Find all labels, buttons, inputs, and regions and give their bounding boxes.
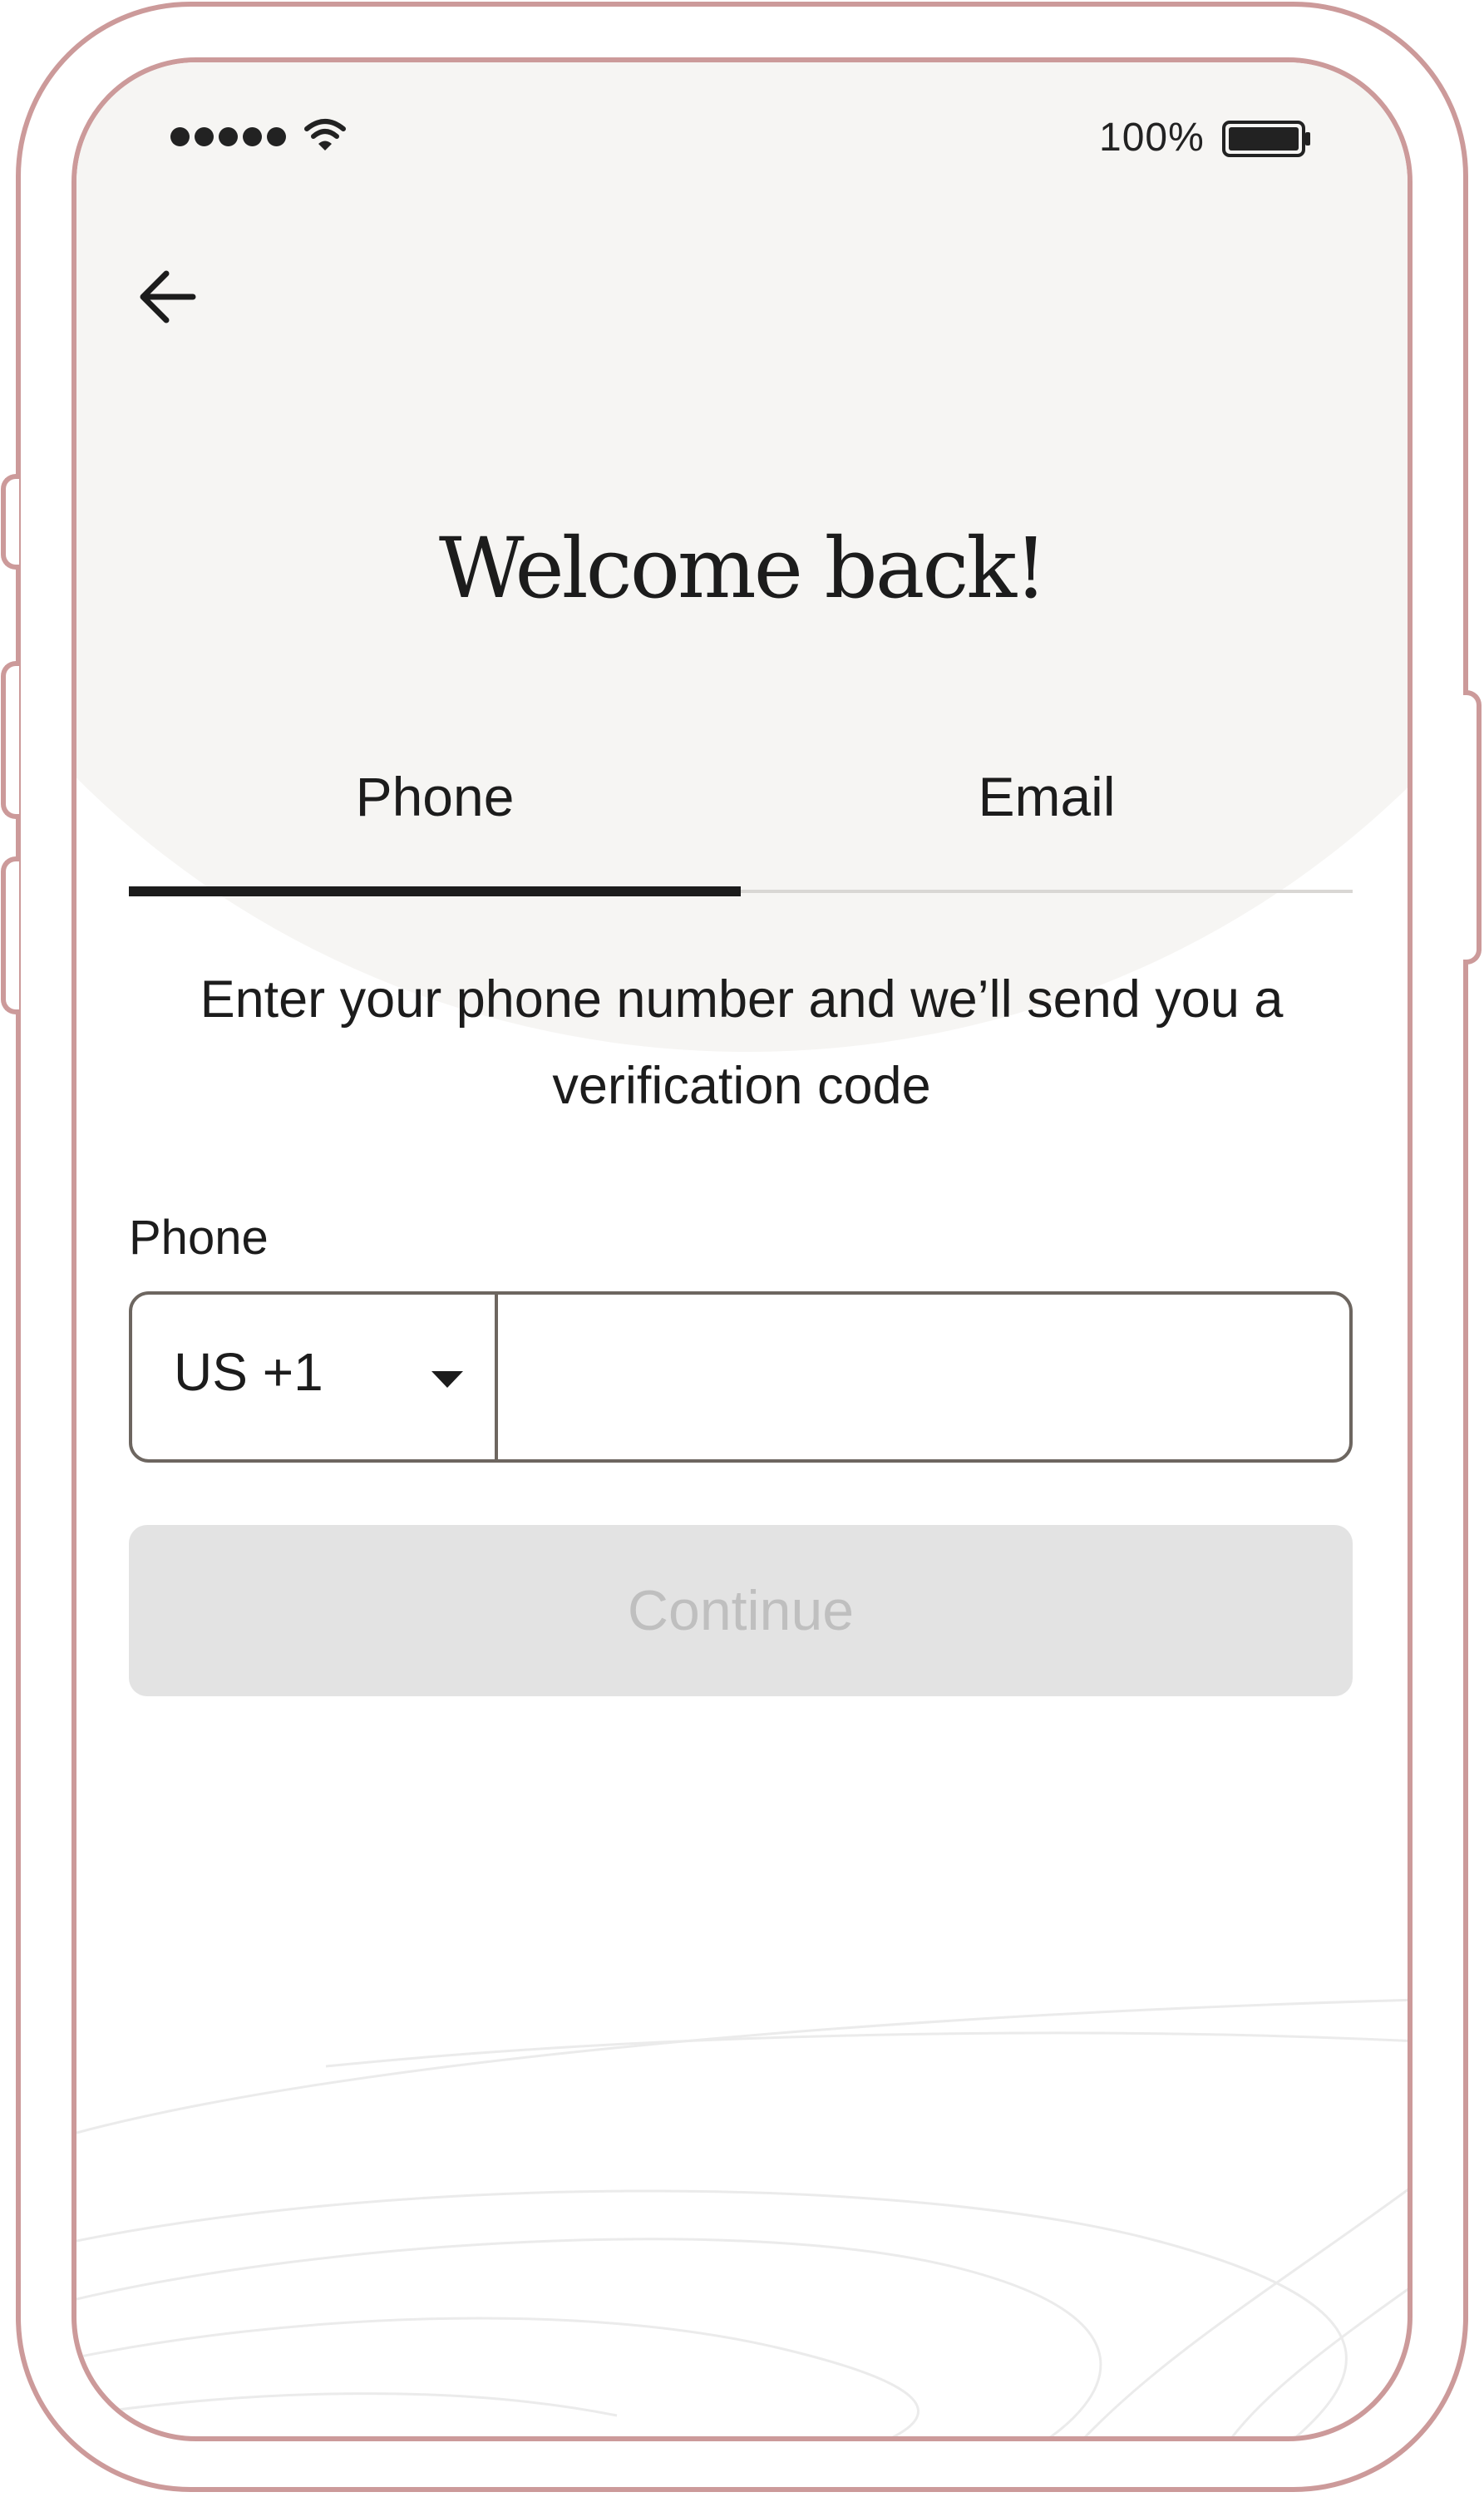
caret-down-icon [431,1371,463,1388]
country-code-value: US +1 [174,1342,323,1402]
active-tab-indicator [129,886,741,896]
silent-switch [1,474,19,570]
cellular-signal-icon [170,127,286,146]
battery-icon [1222,121,1310,157]
battery-percentage: 100% [1099,116,1205,160]
country-code-select[interactable]: US +1 [132,1295,498,1459]
login-method-tabs: Phone Email [129,765,1353,898]
instruction-text: Enter your phone number and we’ll send y… [200,970,1284,1115]
tab-email-label: Email [978,766,1116,827]
phone-number-input[interactable] [498,1295,1349,1459]
tab-phone[interactable]: Phone [129,765,741,898]
tab-email[interactable]: Email [741,765,1353,898]
wifi-icon [304,119,346,151]
arrow-left-icon [140,270,196,323]
page-title: Welcome back! [438,520,1048,617]
phone-screen: 100% Welcome back! Phone Email Enter you… [71,57,1413,2441]
decorative-swirl-pattern [76,1998,1408,2436]
phone-field-label: Phone [129,1211,269,1265]
tab-phone-label: Phone [355,766,515,827]
volume-down-button [1,856,19,1014]
phone-field: US +1 [129,1291,1353,1463]
continue-button[interactable]: Continue [129,1525,1353,1696]
power-button [1463,690,1482,965]
back-button[interactable] [126,255,210,338]
status-bar: 100% [76,62,1408,195]
volume-up-button [1,661,19,819]
